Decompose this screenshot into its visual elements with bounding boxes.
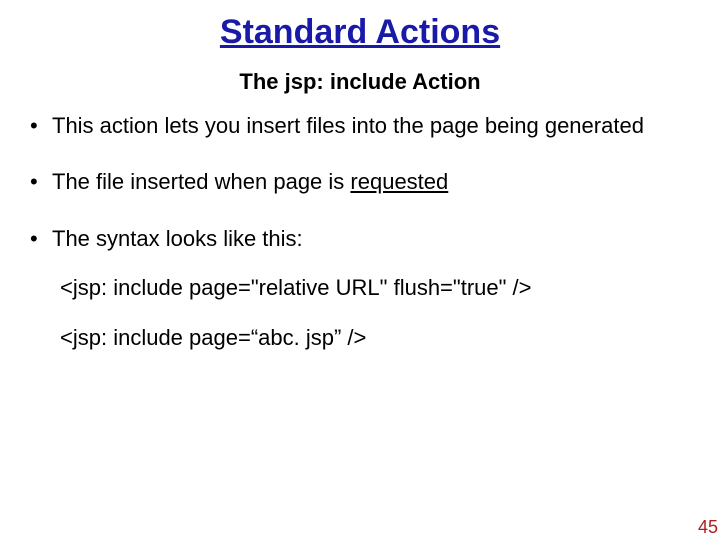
code-block: <jsp: include page="relative URL" flush=… [24,274,696,353]
bullet-item: This action lets you insert files into t… [28,109,690,143]
slide-title: Standard Actions [24,14,696,51]
slide: Standard Actions The jsp: include Action… [0,0,720,540]
bullet-text-underlined: requested [350,169,448,194]
bullet-item: The file inserted when page is requested [28,165,690,199]
slide-subtitle: The jsp: include Action [24,69,696,95]
page-number: 45 [698,517,718,538]
bullet-list: This action lets you insert files into t… [24,109,696,255]
bullet-text: The syntax looks like this: [52,226,303,251]
bullet-text-pre: The file inserted when page is [52,169,350,194]
code-line: <jsp: include page="relative URL" flush=… [60,274,696,303]
bullet-item: The syntax looks like this: [28,222,690,256]
code-line: <jsp: include page=“abc. jsp” /> [60,324,696,353]
bullet-text: This action lets you insert files into t… [52,113,644,138]
